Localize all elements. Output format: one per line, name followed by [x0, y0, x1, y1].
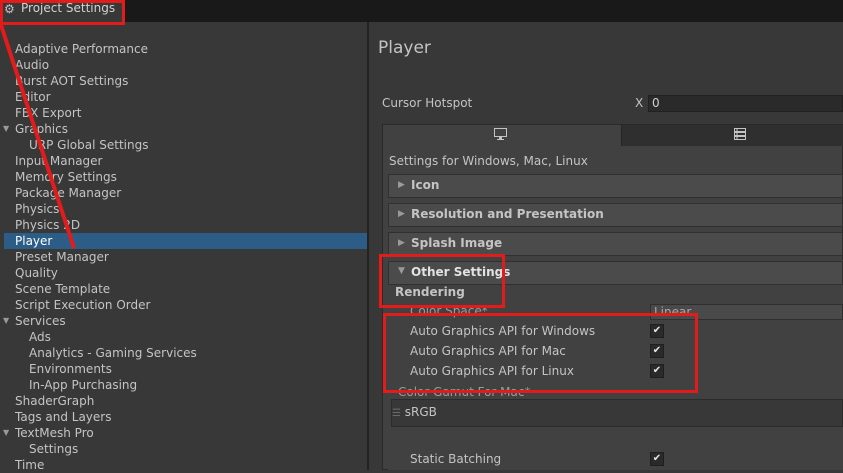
cursor-hotspot-x-input[interactable]: 0	[648, 95, 843, 112]
sidebar-item-urp-global-settings[interactable]: URP Global Settings	[29, 137, 148, 153]
sidebar-item-textmesh-settings[interactable]: Settings	[29, 441, 78, 457]
sidebar-item-physics[interactable]: Physics	[15, 201, 59, 217]
sidebar-item-in-app-purchasing[interactable]: In-App Purchasing	[29, 377, 137, 393]
page-title: Player	[378, 38, 431, 58]
auto-api-mac-label: Auto Graphics API for Mac	[410, 344, 566, 358]
sidebar-item-analytics[interactable]: Analytics - Gaming Services	[29, 345, 197, 361]
sidebar-item-adaptive-performance[interactable]: Adaptive Performance	[15, 41, 148, 57]
auto-api-mac-checkbox[interactable]: ✔	[650, 344, 664, 358]
sidebar-item-preset-manager[interactable]: Preset Manager	[15, 249, 109, 265]
tab-server-platform[interactable]	[621, 125, 843, 146]
rendering-header: Rendering	[395, 285, 465, 299]
sidebar-item-package-manager[interactable]: Package Manager	[15, 185, 121, 201]
sidebar-item-fbx-export[interactable]: FBX Export	[15, 105, 81, 121]
color-gamut-label: Color Gamut For Mac*	[398, 385, 531, 399]
sidebar-item-services[interactable]: Services	[15, 313, 66, 329]
auto-api-windows-checkbox[interactable]: ✔	[650, 324, 664, 338]
title-bar	[0, 0, 843, 22]
color-space-label: Color Space*	[410, 304, 488, 318]
auto-api-linux-label: Auto Graphics API for Linux	[410, 364, 574, 378]
sidebar-item-editor[interactable]: Editor	[15, 89, 51, 105]
sidebar-item-tags-and-layers[interactable]: Tags and Layers	[15, 409, 111, 425]
sidebar-item-script-execution-order[interactable]: Script Execution Order	[15, 297, 150, 313]
icon-foldout[interactable]	[388, 174, 843, 198]
sidebar-item-quality[interactable]: Quality	[15, 265, 58, 281]
static-batching-checkbox[interactable]: ✔	[650, 452, 664, 466]
cursor-hotspot-x-label: X	[635, 96, 644, 110]
sidebar-item-shadergraph[interactable]: ShaderGraph	[15, 393, 94, 409]
expand-arrow-icon[interactable]: ▼	[3, 121, 9, 137]
icon-foldout-label: Icon	[411, 178, 440, 192]
expand-arrow-icon[interactable]: ▼	[3, 313, 9, 329]
sidebar-item-audio[interactable]: Audio	[15, 57, 49, 73]
color-gamut-item[interactable]: ☰ sRGB	[392, 405, 437, 419]
platform-caption: Settings for Windows, Mac, Linux	[389, 154, 588, 168]
tab-title: Project Settings	[21, 1, 116, 15]
collapsed-arrow-icon: ▶	[398, 238, 405, 248]
expanded-arrow-icon: ▼	[398, 266, 405, 276]
color-space-dropdown[interactable]: Linear	[650, 304, 843, 320]
sidebar-item-player[interactable]: Player	[4, 233, 367, 249]
sidebar-item-scene-template[interactable]: Scene Template	[15, 281, 110, 297]
server-icon	[734, 128, 746, 140]
resolution-foldout-label: Resolution and Presentation	[411, 207, 604, 221]
collapsed-arrow-icon: ▶	[398, 180, 405, 190]
cursor-hotspot-label: Cursor Hotspot	[382, 96, 473, 110]
sidebar-item-memory-settings[interactable]: Memory Settings	[15, 169, 117, 185]
sidebar-item-burst-aot-settings[interactable]: Burst AOT Settings	[15, 73, 128, 89]
auto-api-windows-label: Auto Graphics API for Windows	[410, 324, 596, 338]
drag-handle-icon[interactable]: ☰	[392, 408, 401, 419]
sidebar-item-environments[interactable]: Environments	[29, 361, 112, 377]
sidebar-item-physics-2d[interactable]: Physics 2D	[15, 217, 80, 233]
sidebar-item-ads[interactable]: Ads	[29, 329, 51, 345]
collapsed-arrow-icon: ▶	[398, 209, 405, 219]
color-gamut-item-label: sRGB	[404, 405, 437, 419]
sidebar-item-graphics[interactable]: Graphics	[15, 121, 68, 137]
splash-foldout-label: Splash Image	[411, 236, 503, 250]
gear-icon: ⚙	[4, 2, 15, 16]
sidebar-item-input-manager[interactable]: Input Manager	[15, 153, 103, 169]
other-settings-foldout-label: Other Settings	[411, 265, 511, 279]
sidebar-item-time[interactable]: Time	[15, 457, 44, 473]
auto-api-linux-checkbox[interactable]: ✔	[650, 364, 664, 378]
static-batching-label: Static Batching	[410, 452, 502, 466]
sidebar-item-textmesh-pro[interactable]: TextMesh Pro	[15, 425, 94, 441]
color-gamut-list	[391, 399, 843, 427]
monitor-icon	[494, 128, 507, 140]
expand-arrow-icon[interactable]: ▼	[3, 425, 9, 441]
